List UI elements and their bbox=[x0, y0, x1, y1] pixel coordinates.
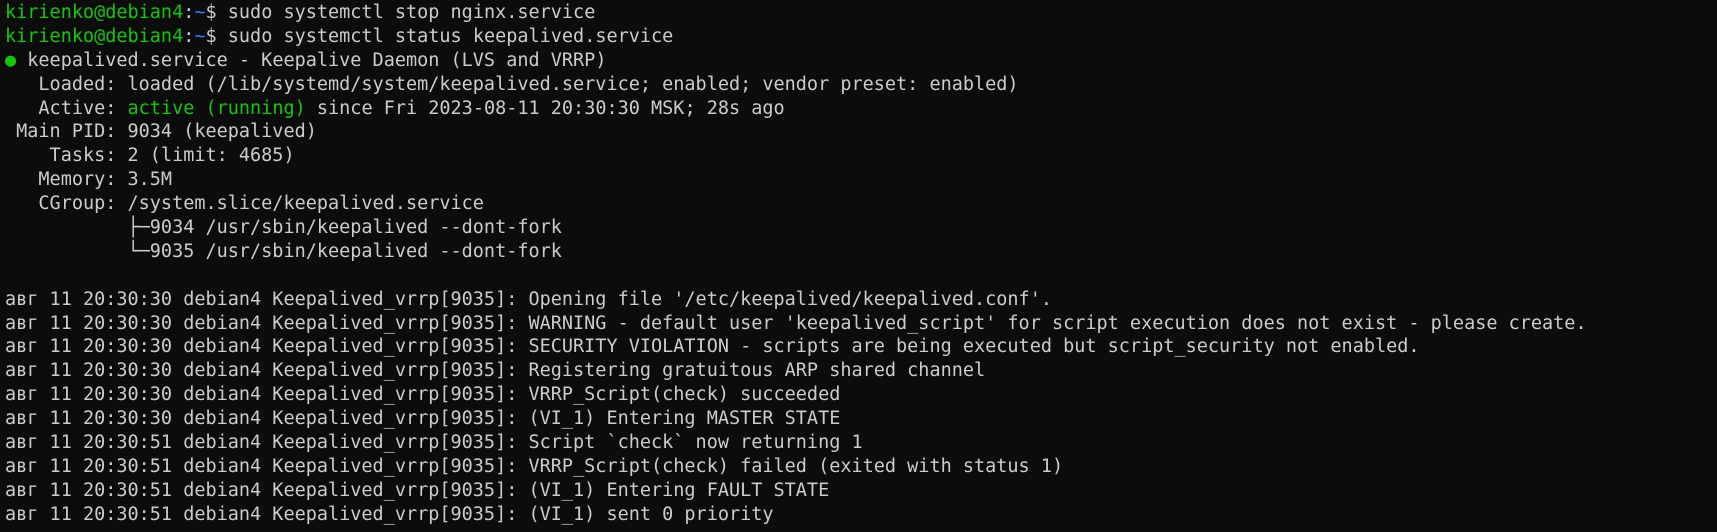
cgroup-child: ├─9034 /usr/sbin/keepalived --dont-fork bbox=[5, 217, 562, 239]
status-memory: Memory: 3.5M bbox=[5, 169, 173, 191]
prompt-symbol: $ bbox=[205, 25, 228, 47]
log-line: авг 11 20:30:30 debian4 Keepalived_vrrp[… bbox=[5, 288, 1052, 310]
prompt-separator: : bbox=[183, 25, 195, 47]
prompt-line: kirienko@debian4:~$ sudo systemctl stop … bbox=[5, 1, 1717, 25]
prompt-symbol: $ bbox=[205, 2, 228, 23]
service-header: ● keepalived.service - Keepalive Daemon … bbox=[5, 49, 1717, 73]
log-line: авг 11 20:30:30 debian4 Keepalived_vrrp[… bbox=[5, 312, 1587, 334]
cgroup-child: └─9035 /usr/sbin/keepalived --dont-fork bbox=[5, 240, 562, 262]
status-active: Active: active (running) since Fri 2023-… bbox=[5, 97, 1717, 121]
prompt-separator: : bbox=[183, 2, 195, 23]
log-line: авг 11 20:30:30 debian4 Keepalived_vrrp[… bbox=[5, 408, 841, 430]
active-label: Active: bbox=[5, 97, 128, 119]
prompt-path: ~ bbox=[194, 25, 206, 47]
active-state: active (running) bbox=[127, 97, 306, 119]
log-line: авг 11 20:30:51 debian4 Keepalived_vrrp[… bbox=[5, 455, 1064, 477]
service-title: keepalived.service - Keepalive Daemon (L… bbox=[16, 49, 607, 71]
status-dot-icon: ● bbox=[5, 49, 17, 71]
log-line: авг 11 20:30:51 debian4 Keepalived_vrrp[… bbox=[5, 503, 774, 525]
prompt-user: kirienko@debian4 bbox=[5, 25, 184, 47]
status-main-pid: Main PID: 9034 (keepalived) bbox=[5, 121, 317, 143]
command-text: sudo systemctl status keepalived.service bbox=[227, 25, 674, 47]
prompt-line: kirienko@debian4:~$ sudo systemctl statu… bbox=[5, 25, 1717, 49]
log-line: авг 11 20:30:30 debian4 Keepalived_vrrp[… bbox=[5, 360, 986, 382]
log-line: авг 11 20:30:51 debian4 Keepalived_vrrp[… bbox=[5, 432, 863, 454]
command-text: sudo systemctl stop nginx.service bbox=[227, 2, 596, 23]
status-loaded: Loaded: loaded (/lib/systemd/system/keep… bbox=[5, 73, 1019, 95]
prompt-user: kirienko@debian4 bbox=[5, 2, 184, 23]
log-line: авг 11 20:30:30 debian4 Keepalived_vrrp[… bbox=[5, 384, 841, 406]
prompt-path: ~ bbox=[194, 2, 206, 23]
status-tasks: Tasks: 2 (limit: 4685) bbox=[5, 145, 295, 167]
log-line: авг 11 20:30:30 debian4 Keepalived_vrrp[… bbox=[5, 336, 1420, 358]
status-cgroup: CGroup: /system.slice/keepalived.service bbox=[5, 193, 484, 215]
active-since: since Fri 2023-08-11 20:30:30 MSK; 28s a… bbox=[305, 97, 785, 119]
log-line: авг 11 20:30:51 debian4 Keepalived_vrrp[… bbox=[5, 479, 830, 501]
terminal-window[interactable]: kirienko@debian4:~$ sudo systemctl stop … bbox=[0, 0, 1717, 532]
